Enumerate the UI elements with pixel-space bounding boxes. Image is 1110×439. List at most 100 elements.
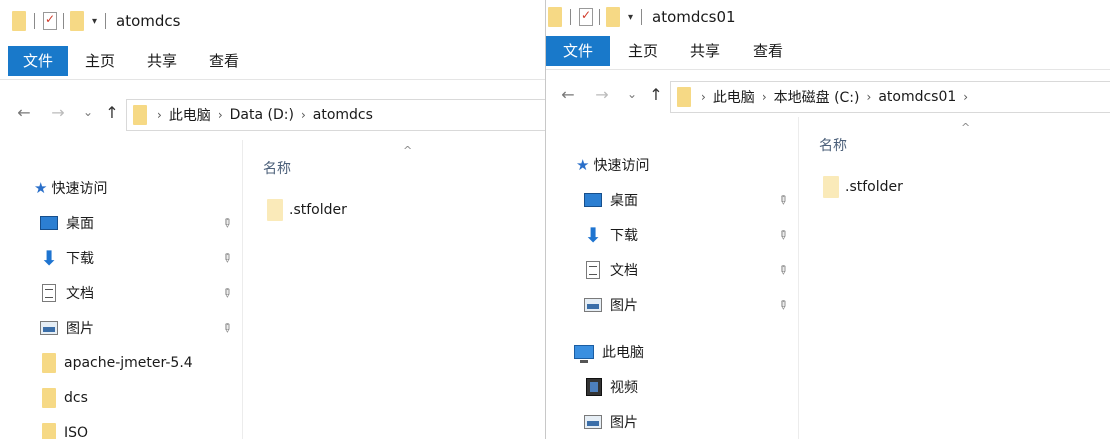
toolbar-separator (570, 9, 571, 25)
folder-icon (42, 388, 56, 408)
tab-home[interactable]: 主页 (623, 36, 663, 66)
explorer-window-right: ▾ atomdcs01 文件 主页 共享 查看 ← → ⌄ ↑ › 此电脑 › … (545, 0, 1110, 439)
pin-icon[interactable]: ✎ (219, 319, 236, 336)
customize-dropdown-icon[interactable]: ▾ (92, 16, 97, 27)
forward-icon[interactable]: → (592, 85, 612, 104)
tab-home[interactable]: 主页 (80, 46, 120, 76)
breadcrumb-folder[interactable]: atomdcs01 (878, 89, 956, 105)
nav-item-documents[interactable]: 文档 ✎ (546, 255, 798, 285)
nav-item-videos[interactable]: 视频 (546, 372, 798, 402)
pin-icon[interactable]: ✎ (219, 214, 236, 231)
nav-item-this-pc[interactable]: 此电脑 (546, 337, 798, 367)
up-icon[interactable]: ↑ (102, 103, 122, 122)
sort-ascending-icon: ^ (403, 144, 413, 157)
nav-item-folder[interactable]: apache-jmeter-5.4 (0, 348, 242, 378)
video-icon (586, 378, 602, 396)
tab-share[interactable]: 共享 (142, 46, 182, 76)
chevron-right-icon: › (157, 108, 162, 122)
explorer-window-left: ▾ atomdcs 文件 主页 共享 查看 ← → ⌄ ↑ › 此电脑 › Da… (0, 0, 545, 439)
tab-file[interactable]: 文件 (8, 46, 68, 76)
file-list: ^ 名称 .stfolder (799, 117, 1110, 439)
window-title: atomdcs (116, 12, 181, 30)
pin-icon[interactable]: ✎ (775, 296, 792, 313)
recent-locations-icon[interactable]: ⌄ (622, 87, 642, 101)
nav-item-quick-access[interactable]: ★ 快速访问 (0, 173, 242, 203)
pin-icon[interactable]: ✎ (775, 226, 792, 243)
file-item[interactable]: .stfolder (823, 176, 903, 198)
tab-share[interactable]: 共享 (685, 36, 725, 66)
chevron-right-icon: › (866, 90, 872, 104)
title-bar: ▾ atomdcs (0, 0, 545, 40)
picture-icon (584, 298, 602, 312)
folder-icon (267, 199, 283, 221)
nav-item-folder[interactable]: ISO (0, 418, 242, 439)
star-icon: ★ (34, 179, 48, 197)
customize-dropdown-icon[interactable]: ▾ (628, 12, 633, 23)
nav-item-downloads[interactable]: ⬇ 下载 ✎ (0, 243, 242, 273)
pin-icon[interactable]: ✎ (219, 249, 236, 266)
address-bar[interactable]: › 此电脑 › Data (D:) › atomdcs (126, 99, 545, 131)
folder-icon (133, 105, 147, 125)
chevron-right-icon: › (300, 108, 306, 122)
folder-icon (42, 423, 56, 439)
folder-icon (12, 11, 26, 31)
nav-item-desktop[interactable]: 桌面 ✎ (0, 208, 242, 238)
tab-file[interactable]: 文件 (546, 36, 610, 66)
desktop-icon (40, 216, 58, 230)
toolbar-separator (599, 9, 600, 25)
document-icon (586, 261, 600, 279)
column-header-name[interactable]: 名称 (819, 135, 847, 155)
column-header-name[interactable]: 名称 (263, 158, 291, 178)
back-icon[interactable]: ← (14, 103, 34, 122)
nav-item-pictures[interactable]: 图片 ✎ (546, 290, 798, 320)
pin-icon[interactable]: ✎ (219, 284, 236, 301)
nav-item-folder[interactable]: dcs (0, 383, 242, 413)
navigation-bar: ← → ⌄ ↑ › 此电脑 › Data (D:) › atomdcs (0, 95, 545, 135)
toolbar-separator (641, 9, 643, 25)
breadcrumb-this-pc[interactable]: 此电脑 (169, 105, 211, 125)
up-icon[interactable]: ↑ (646, 85, 666, 104)
nav-item-pictures[interactable]: 图片 ✎ (0, 313, 242, 343)
title-bar: ▾ atomdcs01 (546, 0, 1110, 40)
pin-icon[interactable]: ✎ (775, 261, 792, 278)
nav-item-quick-access[interactable]: ★ 快速访问 (546, 150, 798, 180)
breadcrumb-drive[interactable]: 本地磁盘 (C:) (774, 87, 860, 107)
breadcrumb-this-pc[interactable]: 此电脑 (713, 87, 755, 107)
recent-locations-icon[interactable]: ⌄ (78, 105, 98, 119)
folder-icon (823, 176, 839, 198)
new-folder-icon[interactable] (70, 11, 84, 31)
folder-icon (42, 353, 56, 373)
new-folder-icon[interactable] (606, 7, 620, 27)
ribbon-tabs: 文件 主页 共享 查看 (0, 46, 545, 80)
chevron-right-icon: › (701, 90, 706, 104)
picture-icon (584, 415, 602, 429)
forward-icon[interactable]: → (48, 103, 68, 122)
breadcrumb-folder[interactable]: atomdcs (313, 107, 373, 123)
chevron-right-icon: › (963, 90, 969, 104)
desktop-icon (584, 193, 602, 207)
computer-icon (574, 345, 594, 363)
toolbar-separator (105, 13, 107, 29)
properties-icon[interactable] (579, 8, 593, 26)
nav-item-pictures[interactable]: 图片 (546, 407, 798, 437)
nav-item-desktop[interactable]: 桌面 ✎ (546, 185, 798, 215)
quick-access-toolbar: ▾ atomdcs01 (548, 6, 736, 28)
file-item[interactable]: .stfolder (267, 199, 347, 221)
address-bar[interactable]: › 此电脑 › 本地磁盘 (C:) › atomdcs01 › (670, 81, 1110, 113)
toolbar-separator (34, 13, 35, 29)
properties-icon[interactable] (43, 12, 57, 30)
back-icon[interactable]: ← (558, 85, 578, 104)
navigation-pane: ★ 快速访问 桌面 ✎ ⬇ 下载 ✎ 文档 ✎ 图片 ✎ 此电脑 视频 图片 (546, 117, 798, 439)
chevron-right-icon: › (217, 108, 223, 122)
folder-icon (677, 87, 691, 107)
quick-access-toolbar: ▾ atomdcs (12, 10, 180, 32)
tab-view[interactable]: 查看 (748, 36, 788, 66)
pin-icon[interactable]: ✎ (775, 191, 792, 208)
download-arrow-icon: ⬇ (40, 246, 58, 270)
nav-item-documents[interactable]: 文档 ✎ (0, 278, 242, 308)
tab-view[interactable]: 查看 (204, 46, 244, 76)
nav-item-downloads[interactable]: ⬇ 下载 ✎ (546, 220, 798, 250)
star-icon: ★ (576, 156, 590, 174)
breadcrumb-drive[interactable]: Data (D:) (230, 107, 294, 123)
document-icon (42, 284, 56, 302)
